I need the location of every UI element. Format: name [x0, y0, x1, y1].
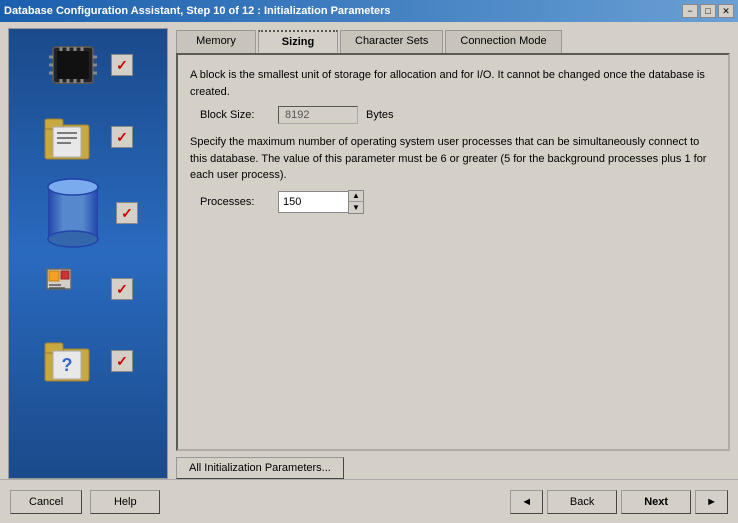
left-item-shapes: ✓ — [19, 263, 157, 315]
processes-row: Processes: ▲ ▼ — [190, 190, 716, 214]
tab-sizing[interactable]: Sizing — [258, 30, 338, 53]
left-item-folder-docs: ✓ — [19, 111, 157, 163]
processes-label: Processes: — [200, 196, 270, 208]
spinner-buttons: ▲ ▼ — [348, 190, 364, 214]
block-size-description: A block is the smallest unit of storage … — [190, 67, 716, 100]
processes-spinner: ▲ ▼ — [278, 190, 364, 214]
back-button[interactable]: Back — [547, 490, 617, 514]
minimize-button[interactable]: − — [682, 4, 698, 18]
check-badge-2: ✓ — [111, 126, 133, 148]
shapes-icon — [43, 263, 103, 315]
tabs-container: Memory Sizing Character Sets Connection … — [176, 28, 730, 53]
check-badge-4: ✓ — [111, 278, 133, 300]
close-button[interactable]: ✕ — [718, 4, 734, 18]
back-arrow-button[interactable]: ◄ — [510, 490, 543, 514]
help-button[interactable]: Help — [90, 490, 160, 514]
folder-docs-icon — [43, 111, 103, 163]
title-bar: Database Configuration Assistant, Step 1… — [0, 0, 738, 22]
block-size-unit: Bytes — [366, 109, 394, 121]
right-col: Memory Sizing Character Sets Connection … — [176, 28, 730, 479]
folder-question-icon: ? — [43, 335, 103, 387]
window-controls: − □ ✕ — [682, 4, 734, 18]
block-size-row: Block Size: Bytes — [190, 106, 716, 124]
svg-text:?: ? — [62, 355, 73, 375]
next-button[interactable]: Next — [621, 490, 691, 514]
processes-description: Specify the maximum number of operating … — [190, 134, 716, 184]
block-size-input[interactable] — [278, 106, 358, 124]
database-icon — [38, 173, 108, 253]
spinner-up-button[interactable]: ▲ — [349, 191, 363, 202]
tab-charsets[interactable]: Character Sets — [340, 30, 443, 53]
processes-section: Specify the maximum number of operating … — [190, 134, 716, 214]
all-params-button[interactable]: All Initialization Parameters... — [176, 457, 344, 479]
check-badge-3: ✓ — [116, 202, 138, 224]
footer: Cancel Help ◄ Back Next ► — [0, 479, 738, 523]
check-badge-5: ✓ — [111, 350, 133, 372]
block-size-label: Block Size: — [200, 109, 270, 121]
tab-memory[interactable]: Memory — [176, 30, 256, 53]
left-item-chip: ✓ — [19, 39, 157, 91]
cancel-button[interactable]: Cancel — [10, 490, 82, 514]
footer-left: Cancel Help — [10, 490, 160, 514]
footer-right: ◄ Back Next ► — [510, 490, 728, 514]
chip-icon — [43, 39, 103, 91]
title-text: Database Configuration Assistant, Step 1… — [4, 5, 391, 17]
processes-input[interactable] — [278, 191, 348, 213]
bottom-row: All Initialization Parameters... — [176, 451, 730, 479]
main-content: A block is the smallest unit of storage … — [176, 53, 730, 451]
block-size-section: A block is the smallest unit of storage … — [190, 67, 716, 124]
panels-row: ✓ ✓ — [0, 22, 738, 479]
left-item-folder-question: ? ✓ — [19, 335, 157, 387]
tab-connection-mode[interactable]: Connection Mode — [445, 30, 561, 53]
left-item-database: ✓ — [19, 173, 157, 253]
spinner-down-button[interactable]: ▼ — [349, 202, 363, 213]
maximize-button[interactable]: □ — [700, 4, 716, 18]
next-arrow-button[interactable]: ► — [695, 490, 728, 514]
check-badge-1: ✓ — [111, 54, 133, 76]
app-window: Database Configuration Assistant, Step 1… — [0, 0, 738, 523]
left-panel: ✓ ✓ — [8, 28, 168, 479]
